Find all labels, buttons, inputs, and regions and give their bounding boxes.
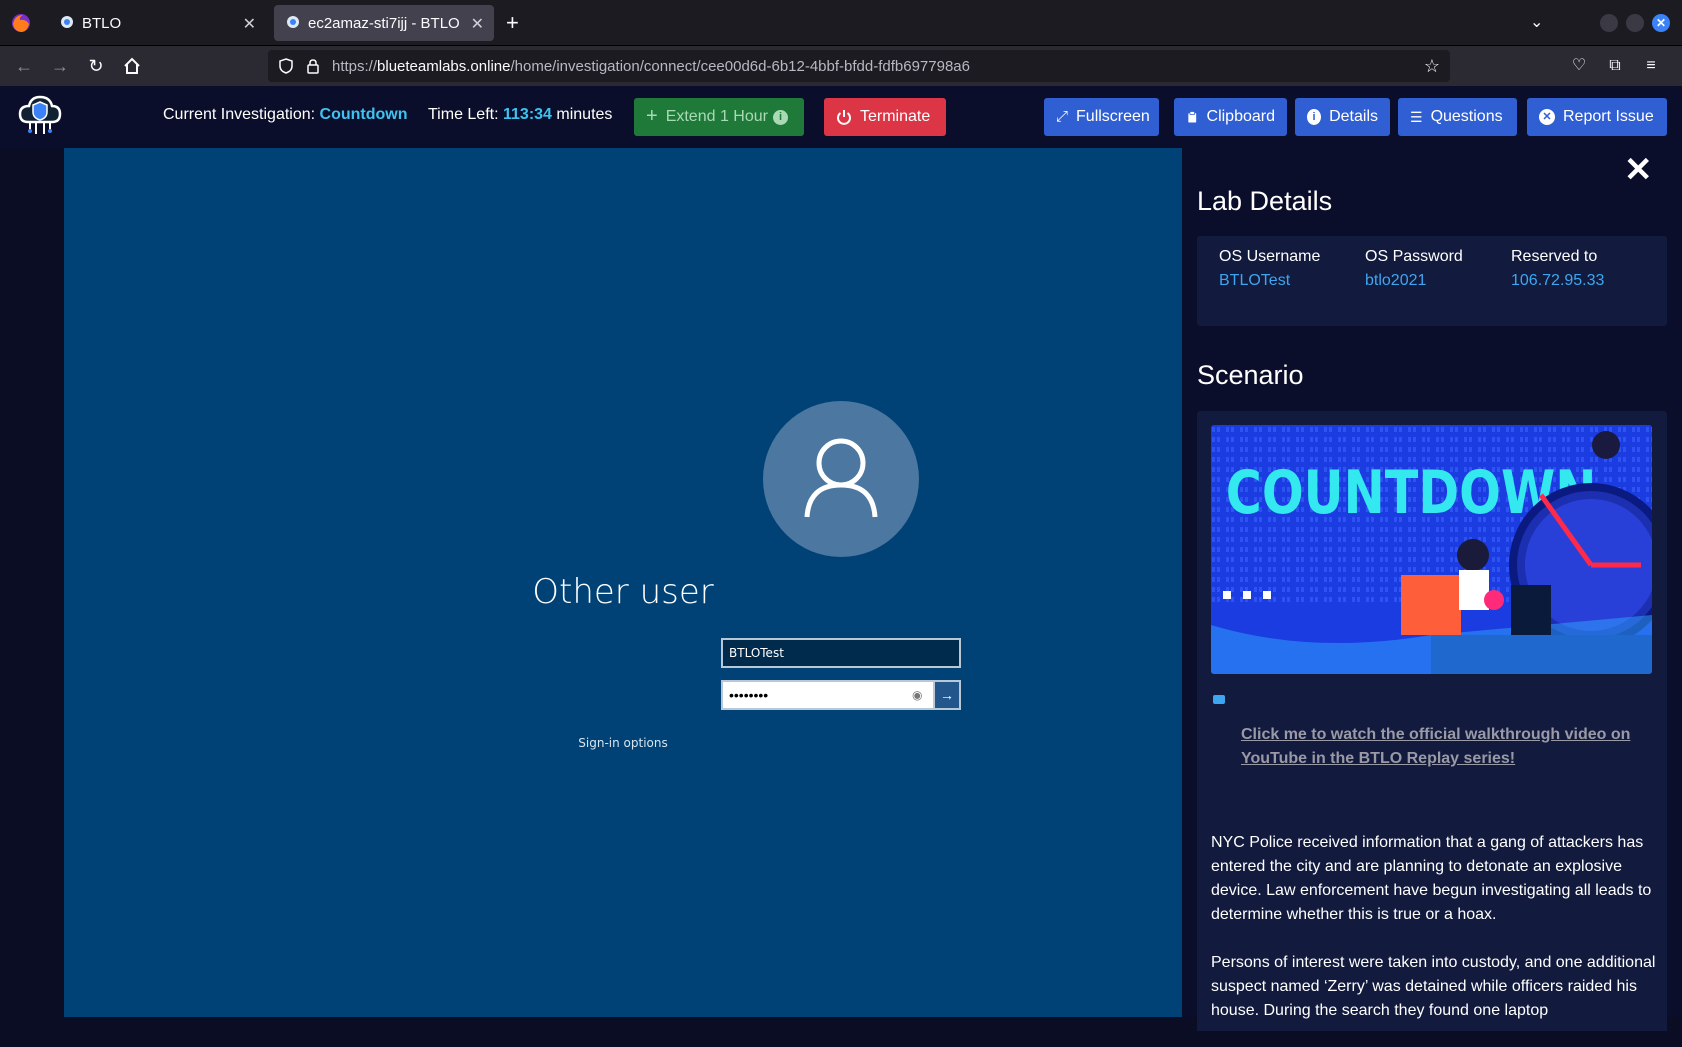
expand-icon: ⤢ bbox=[1056, 108, 1069, 125]
sign-in-options-link[interactable]: Sign-in options bbox=[64, 736, 1182, 750]
reload-icon[interactable]: ↻ bbox=[84, 54, 108, 78]
reveal-password-eye-icon[interactable]: ◉ bbox=[912, 688, 922, 702]
firefox-icon[interactable] bbox=[10, 12, 32, 34]
password-field[interactable]: •••••••• bbox=[721, 680, 935, 710]
left-gutter bbox=[0, 148, 64, 1017]
current-investigation: Current Investigation: Countdown bbox=[163, 106, 408, 123]
power-icon bbox=[837, 110, 851, 125]
report-issue-button[interactable]: ✕ Report Issue bbox=[1527, 98, 1667, 136]
new-tab-plus-icon[interactable]: + bbox=[506, 10, 519, 36]
app-header: Current Investigation: Countdown Time Le… bbox=[0, 86, 1682, 148]
bookmark-star-icon[interactable]: ☆ bbox=[1424, 56, 1440, 77]
user-avatar bbox=[763, 401, 919, 557]
reserved-ip-value: 106.72.95.33 bbox=[1511, 272, 1605, 289]
youtube-icon bbox=[1213, 695, 1225, 704]
extensions-icon[interactable]: ⧉ bbox=[1604, 55, 1626, 77]
walkthrough-video-link[interactable]: Click me to watch the official walkthrou… bbox=[1241, 723, 1641, 771]
terminate-button[interactable]: Terminate bbox=[824, 98, 946, 136]
menu-hamburger-icon[interactable]: ≡ bbox=[1640, 55, 1662, 77]
close-panel-icon[interactable]: ✕ bbox=[1624, 150, 1653, 190]
clipboard-icon bbox=[1188, 111, 1197, 123]
close-circle-icon: ✕ bbox=[1539, 109, 1555, 125]
reserved-to: Reserved to 106.72.95.33 bbox=[1511, 248, 1605, 289]
info-icon: i bbox=[772, 109, 788, 125]
lab-details-title: Lab Details bbox=[1197, 186, 1333, 216]
tab-close-icon[interactable]: ✕ bbox=[243, 14, 256, 34]
banner-illustration: COUNTDOWN bbox=[1211, 425, 1652, 674]
fullscreen-button[interactable]: ⤢ Fullscreen bbox=[1044, 98, 1159, 136]
list-tabs-chevron-icon[interactable]: ⌄ bbox=[1530, 12, 1543, 32]
os-username-value: BTLOTest bbox=[1219, 272, 1291, 289]
tab-remote-session[interactable]: ec2amaz-sti7ijj - BTLO ✕ bbox=[274, 5, 494, 41]
close-window-button[interactable]: ✕ bbox=[1652, 14, 1670, 32]
browser-nav-bar: ← → ↻ https://blueteamlabs.online/home/i… bbox=[0, 46, 1682, 86]
scenario-box: COUNTDOWN Click me to watch the official… bbox=[1197, 411, 1667, 1031]
scenario-title: Scenario bbox=[1197, 360, 1304, 390]
shield-icon[interactable] bbox=[278, 58, 294, 74]
browser-tab-bar: BTLO ✕ ec2amaz-sti7ijj - BTLO ✕ + ⌄ ✕ bbox=[0, 0, 1682, 46]
tab-btlo[interactable]: BTLO ✕ bbox=[48, 5, 266, 41]
lock-icon[interactable] bbox=[306, 58, 320, 74]
back-arrow-icon[interactable]: ← bbox=[12, 54, 36, 78]
time-left-value: 113:34 bbox=[503, 106, 552, 123]
submit-arrow-button[interactable]: → bbox=[935, 680, 961, 710]
tab-close-icon[interactable]: ✕ bbox=[471, 14, 484, 34]
remote-desktop-view[interactable]: Other user BTLOTest •••••••• ◉ → Sign-in… bbox=[64, 148, 1182, 1017]
time-left: Time Left: 113:34 minutes bbox=[428, 106, 613, 123]
minimize-window-button[interactable] bbox=[1600, 14, 1618, 32]
user-icon bbox=[804, 438, 878, 518]
maximize-window-button[interactable] bbox=[1626, 14, 1644, 32]
btlo-favicon-icon bbox=[287, 16, 299, 28]
os-password: OS Password btlo2021 bbox=[1365, 248, 1463, 289]
tab-title: ec2amaz-sti7ijj - BTLO bbox=[308, 14, 460, 32]
os-password-value: btlo2021 bbox=[1365, 272, 1427, 289]
username-field[interactable]: BTLOTest bbox=[721, 638, 961, 668]
questions-button[interactable]: ☰ Questions bbox=[1398, 98, 1517, 136]
lab-details-box: OS Username BTLOTest OS Password btlo202… bbox=[1197, 236, 1667, 326]
btlo-favicon-icon bbox=[61, 16, 73, 28]
investigation-name: Countdown bbox=[319, 106, 408, 123]
url-bar[interactable]: https://blueteamlabs.online/home/investi… bbox=[268, 50, 1450, 82]
login-user-title: Other user bbox=[532, 572, 714, 612]
scenario-paragraph: Persons of interest were taken into cust… bbox=[1211, 954, 1656, 1019]
url-text: https://blueteamlabs.online/home/investi… bbox=[332, 57, 970, 75]
info-circle-icon: i bbox=[1307, 109, 1322, 125]
os-username: OS Username BTLOTest bbox=[1219, 248, 1321, 289]
forward-arrow-icon[interactable]: → bbox=[48, 54, 72, 78]
plus-icon: + bbox=[646, 105, 658, 127]
details-panel: ✕ Lab Details OS Username BTLOTest OS Pa… bbox=[1182, 148, 1682, 1031]
scenario-description: NYC Police received information that a g… bbox=[1211, 831, 1656, 1047]
list-check-icon: ☰ bbox=[1410, 109, 1423, 125]
tab-title: BTLO bbox=[82, 14, 122, 32]
home-icon[interactable] bbox=[120, 54, 144, 78]
clipboard-button[interactable]: Clipboard bbox=[1174, 98, 1287, 136]
pocket-icon[interactable]: ♡ bbox=[1568, 55, 1590, 77]
extend-hour-button[interactable]: + Extend 1 Hour i bbox=[634, 98, 804, 136]
scenario-paragraph: NYC Police received information that a g… bbox=[1211, 834, 1652, 923]
scenario-banner-image: COUNTDOWN bbox=[1211, 425, 1652, 674]
details-button[interactable]: i Details bbox=[1295, 98, 1390, 136]
btlo-logo[interactable] bbox=[16, 92, 64, 140]
